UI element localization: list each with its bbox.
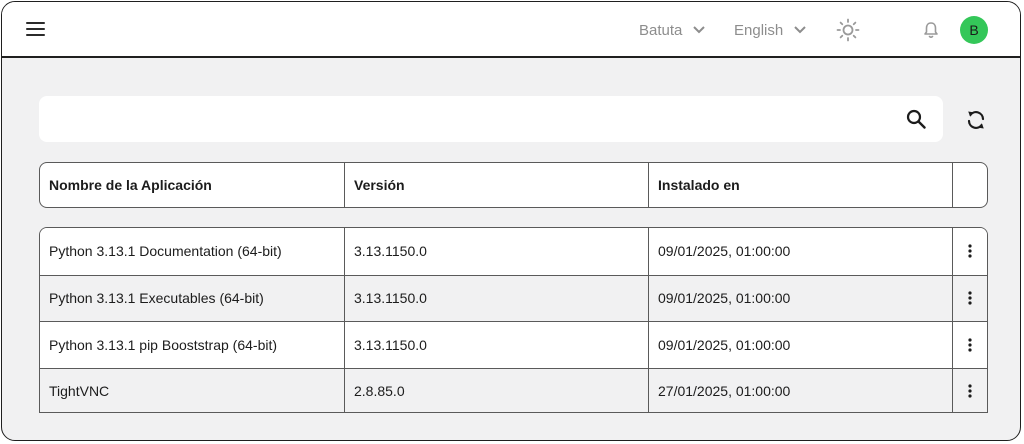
cell-installed: 09/01/2025, 01:00:00 — [648, 322, 952, 368]
cell-app-name: Python 3.13.1 pip Booststrap (64-bit) — [49, 336, 278, 353]
cell-version: 3.13.1150.0 — [344, 228, 648, 275]
row-actions-cell — [952, 368, 987, 412]
cell-installed: 27/01/2025, 01:00:00 — [648, 368, 952, 412]
search-icon[interactable] — [906, 109, 926, 129]
language-dropdown[interactable]: English — [734, 20, 807, 40]
column-header-version[interactable]: Versión — [344, 163, 648, 207]
kebab-menu-icon[interactable] — [968, 338, 972, 352]
hamburger-menu-icon[interactable] — [26, 21, 45, 37]
row-actions-cell — [952, 275, 987, 321]
cell-app-name: TightVNC — [49, 383, 110, 400]
kebab-menu-icon[interactable] — [968, 244, 972, 258]
cell-app-name: Python 3.13.1 Executables (64-bit) — [49, 290, 264, 307]
search-bar — [39, 96, 943, 142]
kebab-menu-icon[interactable] — [968, 291, 972, 305]
cell-installed: 09/01/2025, 01:00:00 — [648, 275, 952, 321]
table-row: Python 3.13.1 Executables (64-bit) 3.13.… — [40, 274, 987, 321]
kebab-menu-icon[interactable] — [968, 384, 972, 398]
chevron-down-icon — [693, 26, 706, 34]
cell-version: 3.13.1150.0 — [344, 322, 648, 368]
top-bar: Batuta English B — [2, 2, 1020, 58]
refresh-icon[interactable] — [964, 108, 988, 132]
language-dropdown-label: English — [734, 21, 784, 39]
cell-version: 3.13.1150.0 — [344, 275, 648, 321]
table-header: Nombre de la Aplicación Versión Instalad… — [39, 162, 988, 208]
sun-icon[interactable] — [836, 18, 860, 42]
table-row: Python 3.13.1 Documentation (64-bit) 3.1… — [40, 228, 987, 275]
column-header-actions — [952, 163, 987, 207]
org-dropdown[interactable]: Batuta — [639, 20, 706, 40]
column-header-name[interactable]: Nombre de la Aplicación — [40, 163, 344, 207]
org-dropdown-label: Batuta — [639, 21, 683, 39]
bell-icon[interactable] — [922, 21, 940, 39]
table-body: Python 3.13.1 Documentation (64-bit) 3.1… — [39, 227, 988, 413]
cell-installed: 09/01/2025, 01:00:00 — [648, 228, 952, 275]
app-window: Batuta English B Nombre de la Aplicación… — [1, 1, 1021, 441]
chevron-down-icon — [794, 26, 806, 34]
table-row: TightVNC 2.8.85.0 27/01/2025, 01:00:00 — [40, 367, 987, 412]
avatar[interactable]: B — [960, 16, 988, 44]
row-actions-cell — [952, 322, 987, 368]
row-actions-cell — [952, 228, 987, 275]
cell-app-name: Python 3.13.1 Documentation (64-bit) — [49, 243, 282, 260]
table-row: Python 3.13.1 pip Booststrap (64-bit) 3.… — [40, 321, 987, 368]
column-header-installed[interactable]: Instalado en — [648, 163, 952, 207]
avatar-initial: B — [969, 22, 979, 38]
cell-version: 2.8.85.0 — [344, 368, 648, 412]
search-input[interactable] — [39, 96, 879, 142]
